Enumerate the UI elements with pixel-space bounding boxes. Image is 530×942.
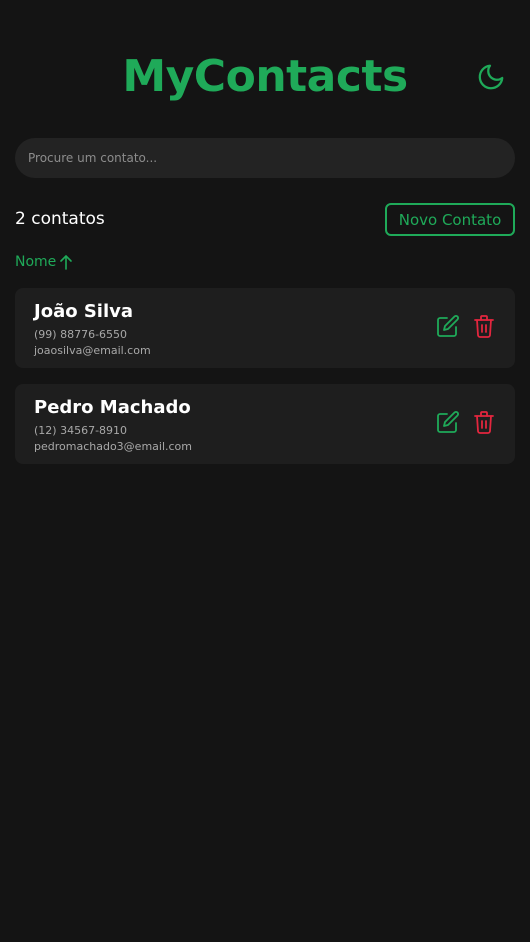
- arrow-up-icon: [60, 255, 73, 270]
- trash-icon: [474, 315, 494, 338]
- edit-icon: [437, 315, 459, 337]
- trash-icon: [474, 411, 494, 434]
- contacts-count: 2 contatos: [15, 209, 105, 229]
- contact-phone: (99) 88776-6550: [34, 328, 128, 341]
- sort-by-name-button[interactable]: Nome: [15, 252, 73, 272]
- delete-contact-button[interactable]: [471, 313, 497, 339]
- theme-toggle-button[interactable]: [476, 62, 506, 92]
- page: MyContacts 2 contatos Novo Contato Nome …: [0, 0, 530, 942]
- contact-card: Pedro Machado (12) 34567-8910 pedromacha…: [15, 384, 515, 464]
- contact-card: João Silva (99) 88776-6550 joaosilva@ema…: [15, 288, 515, 368]
- contact-email: joaosilva@email.com: [34, 344, 151, 357]
- edit-contact-button[interactable]: [435, 313, 461, 339]
- header: MyContacts: [0, 48, 530, 108]
- new-contact-button[interactable]: Novo Contato: [385, 203, 515, 236]
- contact-name: Pedro Machado: [34, 397, 191, 418]
- contact-name: João Silva: [34, 301, 134, 322]
- edit-contact-button[interactable]: [435, 409, 461, 435]
- contact-phone: (12) 34567-8910: [34, 424, 128, 437]
- search-input[interactable]: [15, 138, 515, 178]
- contact-email: pedromachado3@email.com: [34, 440, 192, 453]
- edit-icon: [437, 411, 459, 433]
- moon-icon: [478, 64, 504, 90]
- sort-label: Nome: [15, 254, 57, 270]
- delete-contact-button[interactable]: [471, 409, 497, 435]
- app-logo: MyContacts: [122, 51, 408, 102]
